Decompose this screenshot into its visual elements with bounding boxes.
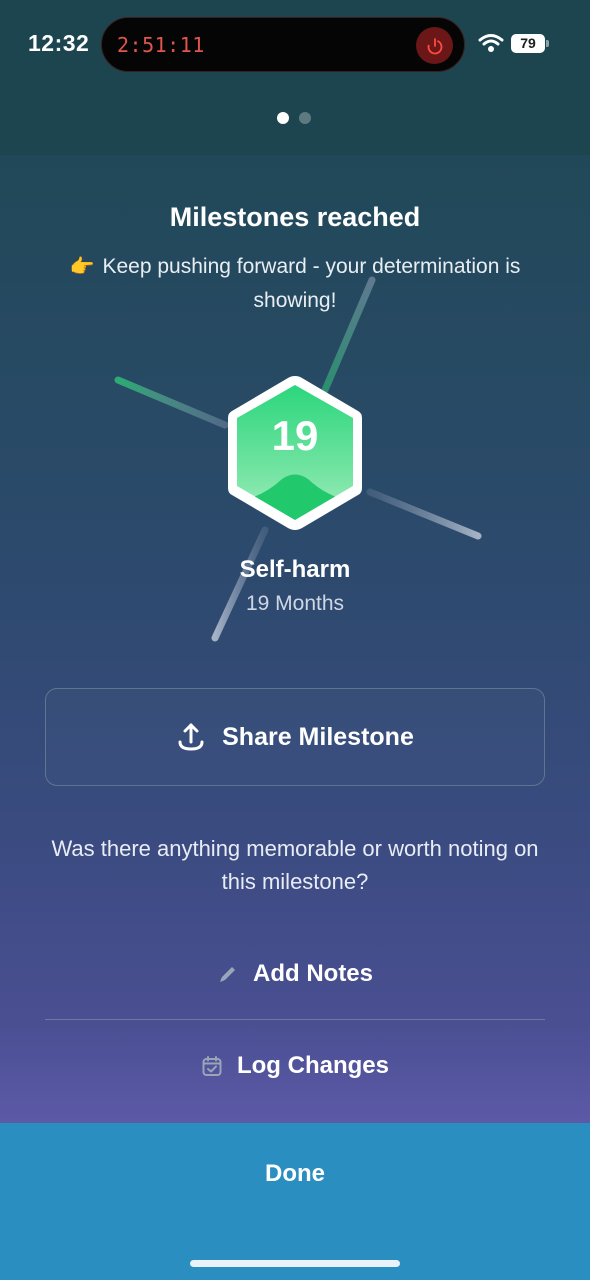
log-changes-button[interactable]: Log Changes [45,1036,545,1096]
log-changes-label: Log Changes [236,1052,389,1079]
divider [45,1019,545,1020]
pencil-icon [220,967,235,982]
home-indicator[interactable] [190,1260,400,1267]
wifi-icon [478,34,504,52]
page-title: Milestones reached [169,202,421,232]
island-timer: 2:51:11 [117,33,205,57]
milestone-duration: 19 Months [245,592,345,615]
power-icon[interactable] [416,27,453,64]
add-notes-button[interactable]: Add Notes [45,944,545,1004]
battery-tip [546,40,549,47]
battery-icon: 79 [511,34,545,53]
done-label[interactable]: Done [0,1160,590,1188]
page-indicator [277,112,311,124]
done-button[interactable] [0,1123,590,1280]
page-dot-active[interactable] [277,112,289,124]
pointing-hand-icon: 👉 [69,256,95,278]
status-time: 12:32 [28,30,90,56]
milestone-category: Self-harm [239,556,351,583]
share-milestone-button[interactable]: Share Milestone [45,688,545,786]
calendar-check-icon [202,1056,222,1076]
share-milestone-label: Share Milestone [222,722,414,751]
share-upload-icon [178,723,204,751]
notes-prompt: Was there anything memorable or worth no… [51,836,539,894]
dynamic-island[interactable]: 2:51:11 [101,17,465,72]
badge-number: 19 [271,412,319,459]
add-notes-label: Add Notes [253,960,373,987]
page-dot[interactable] [299,112,311,124]
